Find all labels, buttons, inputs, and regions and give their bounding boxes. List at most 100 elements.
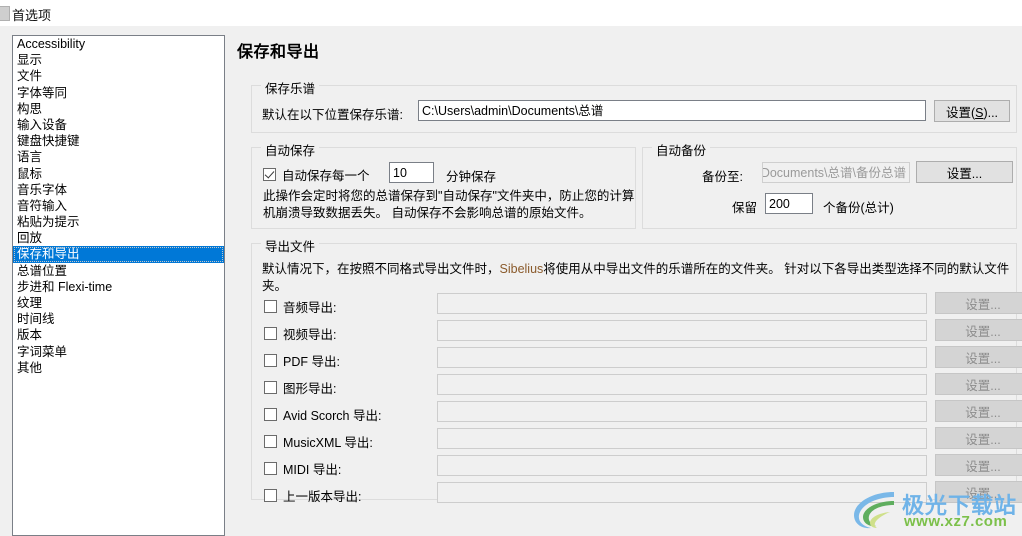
window-title: 首选项 [12, 8, 52, 23]
export-checkbox-3[interactable] [264, 381, 277, 394]
export-settings-button-6: 设置... [935, 454, 1022, 476]
save-path-input[interactable]: C:\Users\admin\Documents\总谱 [418, 100, 926, 121]
export-row-1[interactable]: 视频导出: [264, 324, 336, 343]
sidebar-item-label: 保存和导出 [17, 247, 80, 262]
export-label-0: 音频导出: [283, 301, 337, 315]
export-row-7[interactable]: 上一版本导出: [264, 486, 361, 505]
sidebar-item-9[interactable]: 音乐字体 [13, 182, 224, 198]
sidebar-item-11[interactable]: 粘贴为提示 [13, 214, 224, 230]
export-settings-button-4: 设置... [935, 400, 1022, 422]
sidebar-item-1[interactable]: 显示 [13, 52, 224, 68]
sidebar-item-label: 键盘快捷键 [17, 134, 80, 149]
category-list[interactable]: Accessibility 显示 文件 字体等同 构思 输入设备 键盘快捷键 语言 鼠标 音乐字体… [12, 35, 225, 536]
keep-count-input[interactable]: 200 [765, 193, 813, 214]
export-settings-button-2: 设置... [935, 346, 1022, 368]
export-path-input-2 [437, 347, 927, 368]
export-settings-button-1: 设置... [935, 319, 1022, 341]
sidebar-item-label: 版本 [17, 328, 43, 343]
export-label-3: 图形导出: [283, 382, 337, 396]
export-label-2: PDF 导出: [283, 355, 340, 369]
export-checkbox-7[interactable] [264, 489, 277, 502]
sidebar-item-label: Accessibility [17, 37, 86, 51]
sidebar-item-label: 字词菜单 [17, 344, 68, 359]
autosave-group: 自动保存 自动保存每一个 10 分钟保存 此操作会定时将您的总谱保存到"自动保存… [251, 140, 636, 229]
autosave-minutes-input[interactable]: 10 [389, 162, 434, 183]
site-watermark: 极光下载站 www.xz7.com [850, 488, 1016, 534]
sidebar-item-19[interactable]: 字词菜单 [13, 344, 224, 360]
sidebar-item-8[interactable]: 鼠标 [13, 166, 224, 182]
settings-content: 保存和导出 保存乐谱 默认在以下位置保存乐谱: C:\Users\admin\D… [233, 26, 1022, 536]
sidebar-item-13[interactable]: 保存和导出 [13, 246, 224, 263]
export-label-1: 视频导出: [283, 328, 337, 342]
export-row-4[interactable]: Avid Scorch 导出: [264, 405, 381, 424]
sidebar-item-12[interactable]: 回放 [13, 230, 224, 246]
export-group: 导出文件 默认情况下，在按照不同格式导出文件时，Sibelius将使用从中导出文… [251, 236, 1022, 504]
sidebar-item-label: 纹理 [17, 296, 43, 310]
autosave-legend: 自动保存 [261, 140, 320, 159]
sidebar-item-2[interactable]: 文件 [13, 68, 224, 84]
sidebar-item-16[interactable]: 纹理 [13, 295, 224, 311]
export-checkbox-1[interactable] [264, 327, 277, 340]
aurora-logo-icon [854, 492, 894, 529]
sidebar-item-label: 时间线 [17, 312, 55, 327]
sidebar-item-label: 回放 [17, 231, 43, 246]
preferences-panel: Accessibility 显示 文件 字体等同 构思 输入设备 键盘快捷键 语言 鼠标 音乐字体… [0, 26, 1022, 536]
sidebar-item-14[interactable]: 总谱位置 [13, 263, 224, 279]
sidebar-item-7[interactable]: 语言 [13, 149, 224, 165]
autosave-checkbox-label: 自动保存每一个 [282, 169, 370, 183]
sidebar-item-label: 音符输入 [17, 198, 68, 213]
export-checkbox-4[interactable] [264, 408, 277, 421]
export-path-input-1 [437, 320, 927, 341]
export-checkbox-0[interactable] [264, 300, 277, 313]
export-row-5[interactable]: MusicXML 导出: [264, 432, 373, 451]
autobackup-legend: 自动备份 [652, 140, 711, 159]
sidebar-item-label: 构思 [17, 101, 43, 116]
sidebar-item-label: 文件 [17, 69, 43, 84]
export-description-brand: Sibelius [499, 262, 544, 276]
sidebar-item-label: 鼠标 [17, 166, 43, 181]
sidebar-item-10[interactable]: 音符输入 [13, 198, 224, 214]
sidebar-item-label: 音乐字体 [17, 182, 68, 197]
sidebar-item-label: 显示 [17, 53, 43, 68]
sidebar-item-17[interactable]: 时间线 [13, 311, 224, 327]
autosave-minutes-suffix: 分钟保存 [446, 170, 497, 184]
export-checkbox-5[interactable] [264, 435, 277, 448]
sidebar-item-20[interactable]: 其他 [13, 360, 224, 376]
sidebar-item-15[interactable]: 步进和 Flexi-time [13, 279, 224, 295]
export-legend: 导出文件 [261, 236, 320, 255]
export-settings-button-3: 设置... [935, 373, 1022, 395]
sidebar-item-3[interactable]: 字体等同 [13, 85, 224, 101]
autosave-checkbox-row[interactable]: 自动保存每一个 [263, 165, 370, 184]
sidebar-item-label: 总谱位置 [17, 263, 68, 278]
sidebar-item-0[interactable]: Accessibility [13, 36, 224, 52]
autosave-checkbox[interactable] [263, 168, 276, 181]
export-settings-button-5: 设置... [935, 427, 1022, 449]
sidebar-item-6[interactable]: 键盘快捷键 [13, 133, 224, 149]
export-label-4: Avid Scorch 导出: [283, 409, 382, 423]
export-path-input-5 [437, 428, 927, 449]
sidebar-item-18[interactable]: 版本 [13, 327, 224, 343]
export-row-3[interactable]: 图形导出: [264, 378, 336, 397]
autobackup-group: 自动备份 备份至: dmin\Documents\总谱\备份总谱 设置... 保… [642, 140, 1017, 229]
export-checkbox-2[interactable] [264, 354, 277, 367]
backup-settings-button[interactable]: 设置... [916, 161, 1013, 183]
export-row-0[interactable]: 音频导出: [264, 297, 336, 316]
sidebar-item-label: 字体等同 [17, 85, 68, 100]
sidebar-item-label: 其他 [17, 360, 43, 375]
export-row-6[interactable]: MIDI 导出: [264, 459, 341, 478]
export-path-input-6 [437, 455, 927, 476]
save-score-group: 保存乐谱 默认在以下位置保存乐谱: C:\Users\admin\Documen… [251, 78, 1017, 133]
export-row-2[interactable]: PDF 导出: [264, 351, 340, 370]
export-path-input-0 [437, 293, 927, 314]
export-description: 默认情况下，在按照不同格式导出文件时，Sibelius将使用从中导出文件的乐谱所… [262, 261, 1016, 295]
sidebar-item-4[interactable]: 构思 [13, 101, 224, 117]
save-path-settings-label: 设置(S)... [945, 105, 999, 120]
save-path-settings-button[interactable]: 设置(S)... [934, 100, 1010, 122]
save-score-legend: 保存乐谱 [261, 78, 320, 97]
page-title: 保存和导出 [237, 44, 320, 61]
sidebar-item-5[interactable]: 输入设备 [13, 117, 224, 133]
backup-to-input: dmin\Documents\总谱\备份总谱 [762, 162, 910, 183]
autosave-description-line1: 此操作会定时将您的总谱保存到"自动保存"文件夹中，防止您的计算 [263, 189, 635, 203]
export-description-prefix: 默认情况下，在按照不同格式导出文件时， [262, 262, 500, 276]
export-checkbox-6[interactable] [264, 462, 277, 475]
